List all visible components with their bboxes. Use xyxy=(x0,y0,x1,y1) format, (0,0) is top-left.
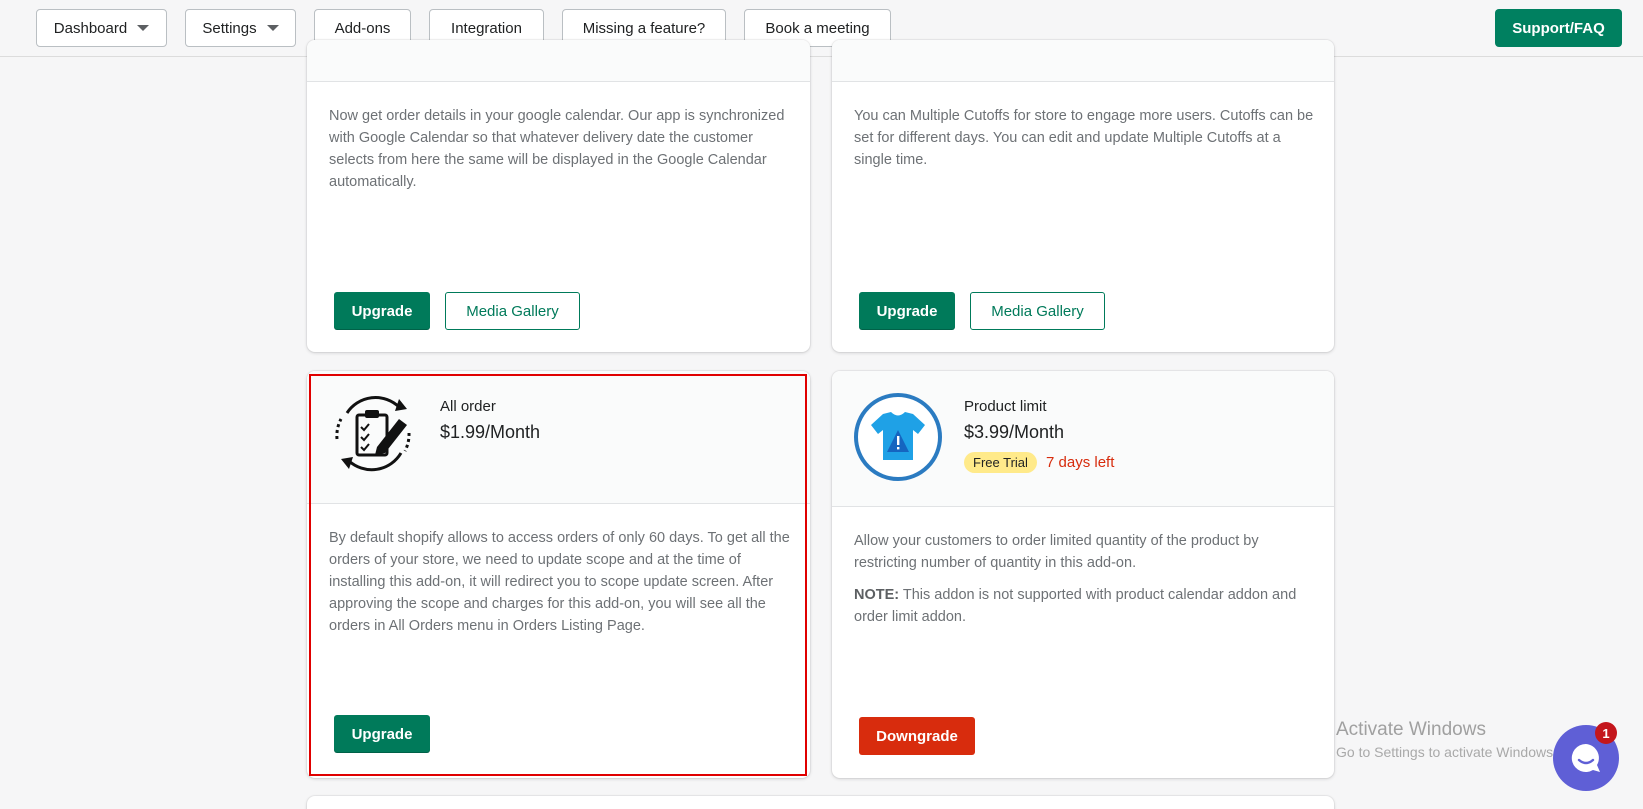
addon-card-multiple-cutoffs: You can Multiple Cutoffs for store to en… xyxy=(832,40,1334,352)
addon-price: $3.99/Month xyxy=(964,422,1065,442)
chat-bubble-icon xyxy=(1571,743,1600,772)
activate-windows-title: Activate Windows xyxy=(1336,719,1486,740)
addon-card-all-order: All order $1.99/Month By default shopify… xyxy=(307,371,810,778)
dashboard-label: Dashboard xyxy=(53,19,128,37)
addon-card-product-limit: Product limit $3.99/Month Free Trial 7 d… xyxy=(832,371,1334,778)
addon-name: All order xyxy=(440,398,496,415)
support-faq-button[interactable]: Support/FAQ xyxy=(1495,9,1622,47)
addons-label: Add-ons xyxy=(334,19,391,37)
chevron-down-icon xyxy=(137,25,150,31)
clipboard-edit-icon xyxy=(327,389,419,481)
book-meeting-label: Book a meeting xyxy=(765,19,870,37)
settings-dropdown[interactable]: Settings xyxy=(185,9,296,47)
tshirt-warning-icon xyxy=(853,392,943,482)
activate-windows-subtitle: Go to Settings to activate Windows. xyxy=(1336,744,1557,760)
addon-card-google-calendar: Now get order details in your google cal… xyxy=(307,40,810,352)
integration-label: Integration xyxy=(451,19,522,37)
note-label: NOTE: xyxy=(854,587,900,603)
free-trial-badge: Free Trial xyxy=(964,452,1037,473)
media-gallery-button[interactable]: Media Gallery xyxy=(970,292,1105,330)
addon-description: You can Multiple Cutoffs for store to en… xyxy=(854,108,1314,168)
addon-note: NOTE: This addon is not supported with p… xyxy=(854,584,1316,628)
addon-card-next-row xyxy=(307,796,1334,809)
missing-feature-label: Missing a feature? xyxy=(582,19,706,37)
note-text: This addon is not supported with product… xyxy=(854,587,1297,625)
downgrade-button[interactable]: Downgrade xyxy=(859,717,975,755)
upgrade-button[interactable]: Upgrade xyxy=(859,292,955,330)
chevron-down-icon xyxy=(266,25,279,31)
card-header xyxy=(307,40,810,82)
settings-label: Settings xyxy=(202,19,257,37)
top-navigation: Dashboard Settings Add-ons Integration M… xyxy=(0,0,1643,57)
chat-unread-badge: 1 xyxy=(1595,722,1617,744)
media-gallery-button[interactable]: Media Gallery xyxy=(445,292,580,330)
addon-description: By default shopify allows to access orde… xyxy=(329,530,790,634)
upgrade-button[interactable]: Upgrade xyxy=(334,715,430,753)
addon-price: $1.99/Month xyxy=(440,422,541,442)
card-header xyxy=(832,40,1334,82)
upgrade-button[interactable]: Upgrade xyxy=(334,292,430,330)
trial-days-left: 7 days left xyxy=(1046,454,1115,471)
dashboard-dropdown[interactable]: Dashboard xyxy=(36,9,167,47)
addon-description: Now get order details in your google cal… xyxy=(329,108,785,190)
addon-description: Allow your customers to order limited qu… xyxy=(854,533,1259,571)
addon-name: Product limit xyxy=(964,398,1047,415)
